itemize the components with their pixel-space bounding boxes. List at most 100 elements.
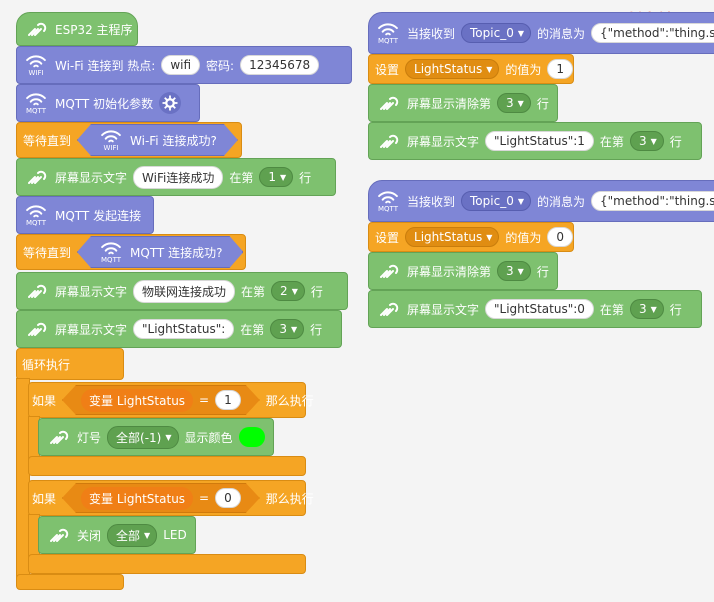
variable-pill[interactable]: 变量 LightStatus	[81, 487, 193, 510]
line-dropdown[interactable]: 1 ▼	[259, 167, 294, 187]
esp32-main-block[interactable]: ESP32 主程序	[16, 12, 138, 46]
if-label: 如果	[32, 393, 57, 408]
line-unit: 行	[536, 264, 549, 279]
line-dropdown[interactable]: 3 ▼	[629, 299, 664, 319]
variable-pill[interactable]: 变量 LightStatus	[81, 389, 193, 412]
variable-dropdown[interactable]: LightStatus ▼	[405, 59, 500, 79]
variable-dropdown[interactable]: LightStatus ▼	[405, 227, 500, 247]
blocks-workspace[interactable]: DF创客社区 ESP32 主程序 WIFI Wi-Fi 连接到 热点: wifi…	[0, 0, 714, 602]
show-text-label: 屏幕显示文字	[407, 134, 480, 149]
set-variable-block-2[interactable]: 设置 LightStatus ▼ 的值为 0	[368, 222, 574, 252]
text-input[interactable]: "LightStatus":	[133, 319, 235, 339]
show-color-label: 显示颜色	[184, 430, 233, 445]
compare-condition-2[interactable]: 变量 LightStatus = 0	[62, 483, 260, 513]
text-input[interactable]: "LightStatus":0	[485, 299, 594, 319]
mqtt-icon: MQTT	[375, 20, 401, 46]
led-suffix: LED	[163, 528, 187, 542]
mqtt-connect-block[interactable]: MQTT MQTT 发起连接	[16, 196, 154, 234]
loop-block-bottom	[16, 574, 124, 590]
clear-line-block-1[interactable]: 屏幕显示清除第 3 ▼ 行	[368, 84, 558, 122]
compare-value[interactable]: 1	[215, 390, 241, 410]
show-text-label: 屏幕显示文字	[407, 302, 480, 317]
line-unit: 行	[669, 134, 682, 149]
mqtt-receive-block-1[interactable]: MQTT 当接收到 Topic_0 ▼ 的消息为 {"method":"thing…	[368, 12, 714, 54]
mqtt-receive-block-2[interactable]: MQTT 当接收到 Topic_0 ▼ 的消息为 {"method":"thing…	[368, 180, 714, 222]
at-line-label: 在第	[599, 134, 624, 149]
receive-label: 当接收到	[407, 26, 456, 41]
show-text-block-1[interactable]: 屏幕显示文字 WiFi连接成功 在第 1 ▼ 行	[16, 158, 336, 196]
line-dropdown[interactable]: 3 ▼	[497, 261, 531, 281]
lamp-dropdown[interactable]: 全部(-1) ▼	[107, 425, 179, 449]
caret-down-icon: ▼	[517, 28, 524, 38]
wait-wifi-block[interactable]: 等待直到 WIFI Wi-Fi 连接成功?	[16, 122, 242, 158]
clear-line-block-2[interactable]: 屏幕显示清除第 3 ▼ 行	[368, 252, 558, 290]
hand-icon	[23, 316, 49, 342]
text-input[interactable]: 物联网连接成功	[133, 279, 236, 303]
show-text-block-2[interactable]: 屏幕显示文字 物联网连接成功 在第 2 ▼ 行	[16, 272, 348, 310]
show-text-label: 屏幕显示文字	[55, 322, 128, 337]
compare-value[interactable]: 0	[215, 488, 241, 508]
hand-icon	[375, 128, 401, 154]
show-text-block-3[interactable]: 屏幕显示文字 "LightStatus": 在第 3 ▼ 行	[16, 310, 342, 348]
show-text-label: 屏幕显示文字	[55, 284, 128, 299]
show-text-block-h2[interactable]: 屏幕显示文字 "LightStatus":0 在第 3 ▼ 行	[368, 290, 702, 328]
set-variable-block-1[interactable]: 设置 LightStatus ▼ 的值为 1	[368, 54, 574, 84]
mqtt-icon: MQTT	[23, 90, 49, 116]
line-unit: 行	[536, 96, 549, 111]
color-picker[interactable]	[238, 427, 265, 447]
then-label: 那么执行	[265, 393, 314, 408]
line-dropdown[interactable]: 3 ▼	[629, 131, 664, 151]
led-off-block[interactable]: 关闭 全部 ▼ LED	[38, 516, 196, 554]
show-text-block-h1[interactable]: 屏幕显示文字 "LightStatus":1 在第 3 ▼ 行	[368, 122, 702, 160]
wifi-connect-label: Wi-Fi 连接到 热点:	[55, 58, 156, 73]
caret-down-icon: ▼	[517, 266, 524, 276]
caret-down-icon: ▼	[165, 432, 172, 442]
mqtt-init-block[interactable]: MQTT MQTT 初始化参数	[16, 84, 200, 122]
text-input[interactable]: WiFi连接成功	[133, 165, 224, 189]
mqtt-connected-label: MQTT 连接成功?	[130, 245, 223, 260]
wifi-icon: WIFI	[98, 127, 124, 153]
mqtt-icon: MQTT	[23, 202, 49, 228]
if-label: 如果	[32, 491, 57, 506]
payload-input[interactable]: {"method":"thing.s	[591, 191, 714, 211]
topic-dropdown[interactable]: Topic_0 ▼	[461, 23, 531, 43]
hand-icon	[23, 278, 49, 304]
mqtt-connect-label: MQTT 发起连接	[55, 208, 142, 223]
show-text-label: 屏幕显示文字	[55, 170, 128, 185]
hand-icon	[23, 16, 49, 42]
hand-icon	[375, 258, 401, 284]
lamp-color-block[interactable]: 灯号 全部(-1) ▼ 显示颜色	[38, 418, 274, 456]
caret-down-icon: ▼	[486, 64, 493, 74]
value-input[interactable]: 0	[547, 227, 574, 247]
line-dropdown[interactable]: 3 ▼	[270, 319, 305, 339]
wifi-connected-label: Wi-Fi 连接成功?	[130, 133, 217, 148]
caret-down-icon: ▼	[650, 136, 657, 146]
text-input[interactable]: "LightStatus":1	[485, 131, 594, 151]
line-unit: 行	[310, 284, 323, 299]
led-dropdown[interactable]: 全部 ▼	[107, 523, 158, 547]
line-dropdown[interactable]: 2 ▼	[271, 281, 305, 301]
wifi-connect-block[interactable]: WIFI Wi-Fi 连接到 热点: wifi 密码: 12345678	[16, 46, 352, 84]
gear-icon[interactable]	[159, 92, 182, 114]
password-input[interactable]: 12345678	[240, 55, 320, 75]
off-label: 关闭	[77, 528, 102, 543]
ssid-input[interactable]: wifi	[161, 55, 201, 75]
if-block-1-bottom	[28, 456, 306, 476]
value-input[interactable]: 1	[547, 59, 574, 79]
set-label: 设置	[375, 230, 400, 245]
wifi-connected-condition[interactable]: WIFI Wi-Fi 连接成功?	[77, 124, 238, 156]
wait-mqtt-block[interactable]: 等待直到 MQTT MQTT 连接成功?	[16, 234, 246, 270]
caret-down-icon: ▼	[290, 324, 298, 334]
compare-condition-1[interactable]: 变量 LightStatus = 1	[62, 385, 260, 415]
caret-down-icon: ▼	[517, 98, 524, 108]
wait-label: 等待直到	[23, 245, 72, 260]
topic-dropdown[interactable]: Topic_0 ▼	[461, 191, 531, 211]
mqtt-connected-condition[interactable]: MQTT MQTT 连接成功?	[77, 236, 243, 268]
equals-sign: =	[199, 393, 210, 407]
hand-icon	[23, 164, 49, 190]
line-dropdown[interactable]: 3 ▼	[497, 93, 531, 113]
payload-input[interactable]: {"method":"thing.s	[591, 23, 714, 43]
clear-label: 屏幕显示清除第	[407, 264, 492, 279]
hand-icon	[375, 90, 401, 116]
line-unit: 行	[299, 170, 312, 185]
